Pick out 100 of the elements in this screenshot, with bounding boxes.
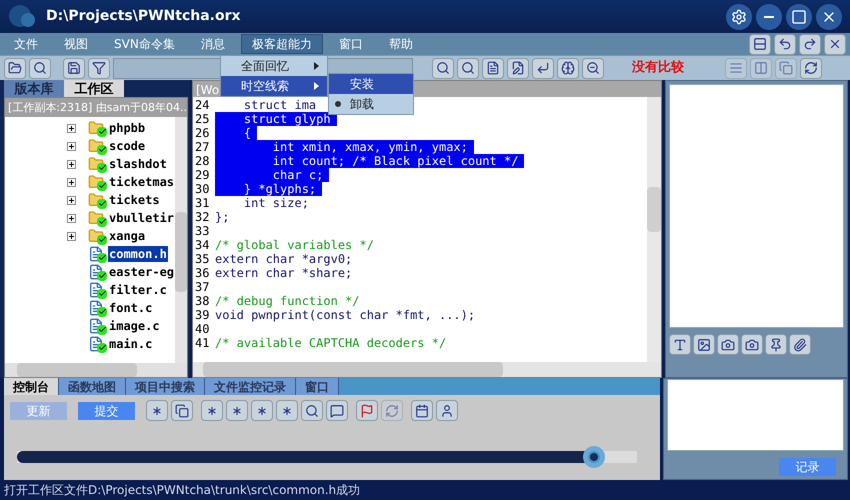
refresh-button[interactable] (800, 58, 822, 78)
camera-icon (745, 338, 759, 352)
tree-item[interactable]: slashdot (108, 156, 168, 172)
tree-item[interactable]: common.h (108, 246, 168, 262)
file-icon (88, 246, 104, 262)
pin-icon (769, 338, 783, 352)
pin-button[interactable] (765, 334, 787, 355)
maximize-button[interactable] (786, 4, 812, 30)
camera-icon (721, 338, 735, 352)
horizontal-scrollbar[interactable] (193, 362, 661, 377)
slider-thumb[interactable] (582, 446, 605, 468)
user-button[interactable] (436, 400, 458, 421)
tree-item[interactable]: font.c (108, 300, 154, 316)
menu-item[interactable]: 窗口 (328, 34, 373, 54)
console-tab[interactable]: 项目中搜索 (126, 378, 205, 395)
image-button[interactable] (693, 334, 715, 355)
console-tab[interactable]: 函数地图 (59, 378, 126, 395)
screenshot-button[interactable] (741, 334, 763, 355)
camera-button[interactable] (717, 334, 739, 355)
close-document-button[interactable] (824, 34, 846, 54)
message-button[interactable] (326, 400, 348, 421)
expand-icon[interactable] (67, 160, 76, 168)
line-number: 34 (194, 238, 210, 252)
merge-button[interactable] (146, 400, 168, 421)
font-button[interactable] (669, 334, 691, 355)
compare-status: 没有比较 (632, 59, 685, 78)
expand-icon[interactable] (67, 196, 76, 204)
check-badge-icon (97, 342, 107, 352)
menu-entry[interactable]: 全面回忆 (221, 56, 327, 76)
menu-item[interactable]: 消息 (190, 34, 235, 54)
rotate-right-button[interactable] (276, 400, 298, 421)
menu-item[interactable]: SVN命令集 (104, 34, 185, 54)
filter-button[interactable] (88, 58, 110, 78)
open-folder-button[interactable] (4, 58, 26, 78)
check-badge-icon (97, 162, 107, 172)
expand-icon[interactable] (67, 142, 76, 150)
document-search-button[interactable] (301, 400, 323, 421)
wrap-button[interactable] (532, 58, 554, 78)
menu-entry[interactable]: 卸载 (329, 94, 413, 114)
copy-button[interactable] (171, 400, 193, 421)
expand-icon[interactable] (67, 178, 76, 186)
submenu-arrow-icon (314, 62, 319, 70)
tree-item[interactable]: ticketmas (108, 174, 175, 190)
panel-tab[interactable]: 工作区 (64, 80, 124, 97)
zoom-out-button[interactable] (582, 58, 604, 78)
edit-button[interactable] (507, 58, 529, 78)
save-button[interactable] (63, 58, 85, 78)
file-icon (88, 318, 104, 334)
settings-button[interactable] (726, 4, 752, 30)
vertical-scrollbar[interactable] (647, 97, 661, 362)
calendar-icon (415, 404, 429, 418)
expand-button[interactable] (226, 400, 248, 421)
search-next-button[interactable] (432, 58, 454, 78)
restore-left-button[interactable] (774, 34, 796, 54)
rotate-left-button[interactable] (201, 400, 223, 421)
search-icon (436, 61, 450, 75)
tree-item[interactable]: main.c (108, 336, 154, 352)
horizontal-scrollbar[interactable] (5, 363, 187, 377)
console-tab[interactable]: 窗口 (296, 378, 339, 395)
tree-item[interactable]: image.c (108, 318, 161, 334)
expand-icon[interactable] (67, 214, 76, 222)
expand-icon[interactable] (67, 124, 76, 132)
menu-item[interactable]: 文件 (4, 34, 48, 54)
console-tab[interactable]: 控制台 (4, 378, 59, 395)
expand-icon[interactable] (67, 232, 76, 240)
menu-item[interactable]: 视图 (54, 34, 98, 54)
tree-item[interactable]: xanga (108, 228, 146, 244)
menu-item[interactable]: 帮助 (378, 34, 423, 54)
shift-button[interactable] (251, 400, 273, 421)
menu-item[interactable]: 极客超能力 (240, 34, 323, 54)
search-previous-button[interactable] (457, 58, 479, 78)
code-line: /* available CAPTCHA decoders */ (215, 336, 448, 350)
attach-button[interactable] (789, 334, 811, 355)
head-button[interactable] (557, 58, 579, 78)
flag-button[interactable] (356, 400, 378, 421)
search-button[interactable] (29, 58, 51, 78)
back-arrow-icon (778, 37, 792, 51)
tree-item[interactable]: vbulletir (108, 210, 175, 226)
vertical-scrollbar[interactable] (175, 117, 187, 363)
person-icon (440, 404, 454, 418)
tree-item[interactable]: easter-eg (108, 264, 175, 280)
restore-right-button[interactable] (799, 34, 821, 54)
tree-item[interactable]: phpbb (108, 120, 146, 136)
minimize-button[interactable] (756, 4, 782, 30)
search-icon (33, 61, 47, 75)
calendar-button[interactable] (411, 400, 433, 421)
menu-entry[interactable]: 时空线索 (221, 76, 327, 96)
tile-button[interactable] (749, 34, 771, 54)
document-button[interactable] (482, 58, 504, 78)
code-line: }; (215, 210, 230, 224)
window-title: D:\Projects\PWNtcha.orx (46, 7, 241, 26)
tree-item[interactable]: tickets (108, 192, 161, 208)
close-button[interactable] (816, 4, 842, 30)
tree-item[interactable]: scode (108, 138, 146, 154)
action-button[interactable]: 提交 (78, 402, 135, 420)
tree-item[interactable]: filter.c (108, 282, 168, 298)
record-button[interactable]: 记录 (779, 458, 836, 476)
menu-entry[interactable]: 安装 (329, 74, 413, 94)
console-tab[interactable]: 文件监控记录 (205, 378, 296, 395)
check-badge-icon (97, 126, 107, 136)
